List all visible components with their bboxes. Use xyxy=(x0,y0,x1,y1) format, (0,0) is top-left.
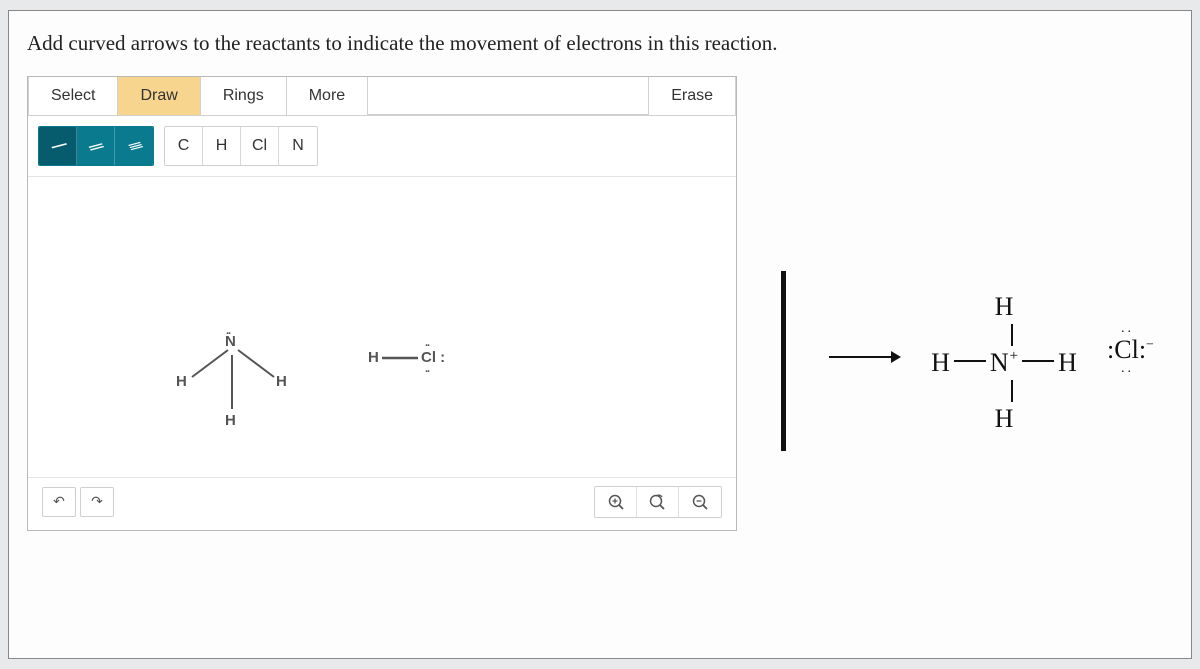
hcl-cl-bot-dots: .. xyxy=(425,363,429,375)
ammonium-charge: + xyxy=(1010,349,1018,364)
drawing-canvas[interactable]: .. N H H H H .. Cl : .. xyxy=(28,177,736,477)
hcl-cl-top-dots: .. xyxy=(425,337,429,349)
hydrogen-atom-button[interactable]: H xyxy=(203,127,241,165)
tool-toolbar: / // /// C H Cl N xyxy=(28,116,736,177)
single-bond-button[interactable]: / xyxy=(39,127,77,165)
horizontal-bond-icon xyxy=(954,360,986,362)
zoom-in-icon xyxy=(607,493,625,511)
zoom-group xyxy=(594,486,722,518)
rings-mode-button[interactable]: Rings xyxy=(201,77,287,115)
page-container: Add curved arrows to the reactants to in… xyxy=(8,10,1192,659)
ammonium-h-top: H xyxy=(995,294,1014,320)
carbon-atom-button[interactable]: C xyxy=(165,127,203,165)
structure-editor: Select Draw Rings More Erase / // /// C xyxy=(27,76,737,531)
chloride-label: Cl xyxy=(1114,335,1139,364)
ammonium-n: N xyxy=(990,350,1009,376)
nh3-bonds xyxy=(168,327,298,427)
ammonium-product: H H N+ H H xyxy=(919,293,1089,433)
chloride-bot-dots: .. xyxy=(1121,361,1134,377)
undo-button[interactable]: ↶ xyxy=(42,487,76,517)
draw-mode-button[interactable]: Draw xyxy=(118,77,200,115)
more-mode-button[interactable]: More xyxy=(287,77,368,115)
triple-bond-button[interactable]: /// xyxy=(115,127,153,165)
horizontal-bond-icon-2 xyxy=(1022,360,1054,362)
hcl-h: H xyxy=(368,349,379,366)
atom-group: C H Cl N xyxy=(164,126,318,166)
ammonium-h-left: H xyxy=(931,350,950,376)
history-group: ↶ ↷ xyxy=(42,487,114,517)
nitrogen-atom-button[interactable]: N xyxy=(279,127,317,165)
vertical-bond-icon xyxy=(995,324,1013,346)
ammonium-h-bottom: H xyxy=(995,406,1014,432)
undo-icon: ↶ xyxy=(53,494,65,511)
question-text: Add curved arrows to the reactants to in… xyxy=(27,29,1173,58)
redo-button[interactable]: ↷ xyxy=(80,487,114,517)
double-bond-button[interactable]: // xyxy=(77,127,115,165)
editor-footer: ↶ ↷ xyxy=(28,477,736,530)
erase-mode-button[interactable]: Erase xyxy=(648,77,736,115)
zoom-in-button[interactable] xyxy=(595,487,637,517)
zoom-out-icon xyxy=(691,493,709,511)
chloride-top-dots: .. xyxy=(1121,321,1134,337)
bond-group: / // /// xyxy=(38,126,154,166)
reaction-arrow xyxy=(829,347,901,367)
panel-divider xyxy=(781,271,786,451)
zoom-out-button[interactable] xyxy=(679,487,721,517)
double-bond-icon: // xyxy=(85,139,106,155)
toolbar-spacer xyxy=(368,77,648,115)
triple-bond-icon: /// xyxy=(124,139,143,154)
single-bond-icon: / xyxy=(46,138,69,154)
chlorine-atom-button[interactable]: Cl xyxy=(241,127,279,165)
chloride-charge: − xyxy=(1146,337,1154,352)
zoom-reset-button[interactable] xyxy=(637,487,679,517)
chloride-right-dots: : xyxy=(1139,335,1146,364)
ammonium-h-right: H xyxy=(1058,350,1077,376)
redo-icon: ↷ xyxy=(91,494,103,511)
select-mode-button[interactable]: Select xyxy=(28,77,118,115)
chloride-product: .. :Cl:− .. xyxy=(1107,335,1154,365)
zoom-reset-icon xyxy=(648,493,668,511)
product-area: H H N+ H H .. :Cl:− .. xyxy=(769,271,1189,471)
vertical-bond-icon-2 xyxy=(995,380,1013,402)
mode-toolbar: Select Draw Rings More Erase xyxy=(28,77,736,116)
hcl-bond xyxy=(382,356,422,360)
